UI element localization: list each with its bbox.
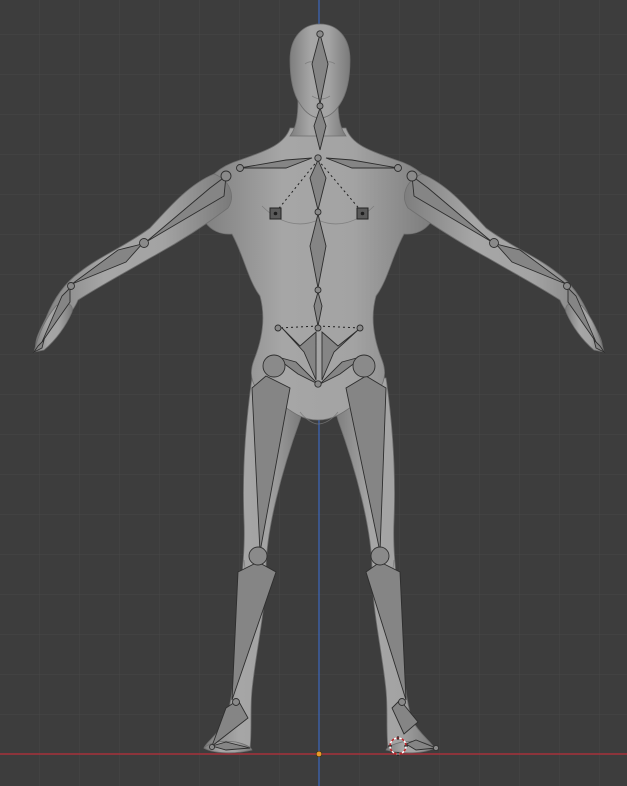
joint-shoulder-right[interactable]: [406, 170, 418, 182]
joint-knee-right[interactable]: [370, 546, 390, 566]
joint-pelvis[interactable]: [314, 324, 322, 332]
joint-hip-right[interactable]: [352, 354, 376, 378]
joint-wrist-right[interactable]: [563, 282, 571, 290]
3d-viewport[interactable]: [0, 0, 627, 786]
joint-pelvis-side-right[interactable]: [356, 324, 364, 332]
joint-elbow-left[interactable]: [139, 238, 149, 248]
joint-head-top[interactable]: [316, 30, 324, 38]
joint-pelvis-base[interactable]: [314, 380, 322, 388]
joint-spine-low[interactable]: [314, 286, 322, 294]
joint-spine-mid[interactable]: [314, 208, 322, 216]
joint-clavicle-right[interactable]: [394, 164, 402, 172]
joint-clavicle-left[interactable]: [236, 164, 244, 172]
joint-chest[interactable]: [314, 154, 322, 162]
joint-ankle-left[interactable]: [232, 698, 240, 706]
joint-neck[interactable]: [316, 102, 324, 110]
joint-elbow-right[interactable]: [489, 238, 499, 248]
joint-wrist-left[interactable]: [67, 282, 75, 290]
joint-shoulder-left[interactable]: [220, 170, 232, 182]
joint-pelvis-side-left[interactable]: [274, 324, 282, 332]
joint-toe-right[interactable]: [432, 744, 440, 752]
world-origin-icon: [315, 750, 323, 758]
joint-toe-left[interactable]: [208, 743, 216, 751]
joint-ankle-right[interactable]: [398, 698, 406, 706]
joint-knee-left[interactable]: [248, 546, 268, 566]
joint-hip-left[interactable]: [262, 354, 286, 378]
